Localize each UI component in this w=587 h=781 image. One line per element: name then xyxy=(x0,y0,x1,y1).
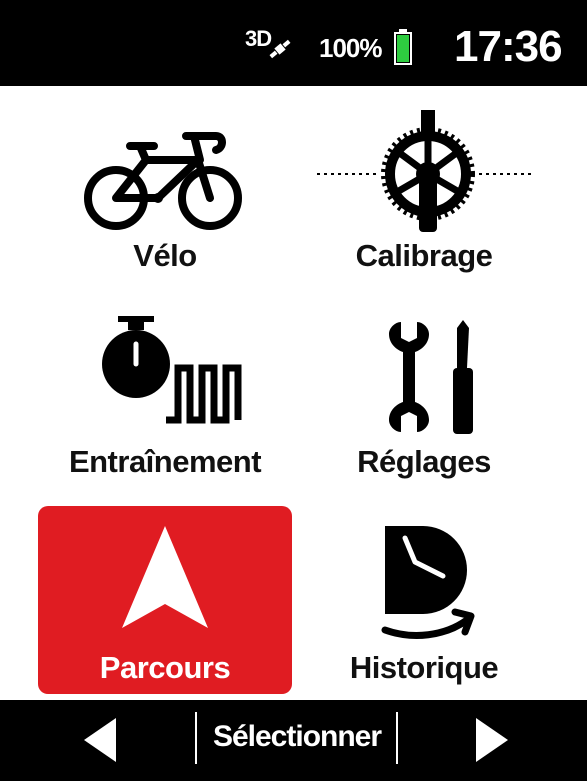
menu-item-training[interactable]: Entraînement xyxy=(38,308,292,496)
menu-label-routes: Parcours xyxy=(99,650,231,685)
menu-label-history: Historique xyxy=(349,650,499,685)
battery-percent: 100% xyxy=(319,33,382,63)
clock: 17:36 xyxy=(454,22,563,71)
device-screen: 3D 100% 17:36 Vélo Calibrage Entraînemen… xyxy=(0,0,587,781)
menu-label-training: Entraînement xyxy=(68,444,262,479)
menu-item-settings[interactable]: Réglages xyxy=(297,308,551,496)
status-bar: 3D 100% 17:36 xyxy=(0,0,587,86)
crankset-icon xyxy=(317,110,535,232)
battery-icon xyxy=(394,29,412,65)
menu-label-settings: Réglages xyxy=(357,444,491,479)
history-clock-icon xyxy=(381,526,475,639)
satellite-icon xyxy=(269,39,291,59)
navigation-arrow-icon xyxy=(122,526,208,628)
separator-left xyxy=(195,712,197,764)
select-button[interactable]: Sélectionner xyxy=(202,720,392,754)
gps-status: 3D xyxy=(245,26,301,66)
menu-item-history[interactable]: Historique xyxy=(297,506,551,694)
menu-item-bike[interactable]: Vélo xyxy=(38,102,292,290)
next-arrow-icon[interactable] xyxy=(474,716,510,764)
menu-item-routes[interactable]: Parcours xyxy=(38,506,292,694)
menu-item-calibration[interactable]: Calibrage xyxy=(297,102,551,290)
stopwatch-intervals-icon xyxy=(102,316,242,424)
menu-label-calibration: Calibrage xyxy=(355,238,493,273)
wrench-screwdriver-icon xyxy=(389,320,473,434)
bottom-nav-bar: Sélectionner xyxy=(0,700,587,781)
main-menu-grid: Vélo Calibrage Entraînement Réglages Par… xyxy=(0,86,587,700)
separator-right xyxy=(396,712,398,764)
menu-label-bike: Vélo xyxy=(133,238,197,273)
bike-icon xyxy=(84,132,242,230)
previous-arrow-icon[interactable] xyxy=(82,716,118,764)
